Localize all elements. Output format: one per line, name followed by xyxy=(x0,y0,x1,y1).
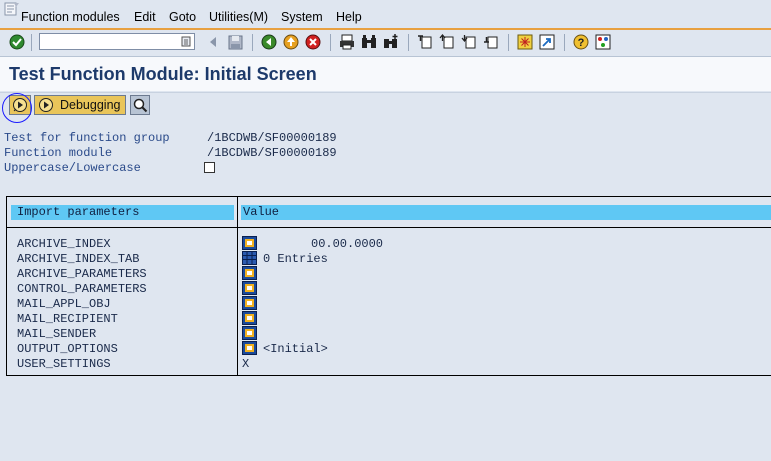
menu-system[interactable]: System xyxy=(281,10,323,24)
print-button[interactable] xyxy=(338,33,356,51)
value-help-icon[interactable] xyxy=(242,266,257,280)
dropdown-icon[interactable] xyxy=(181,36,191,47)
create-session-button[interactable] xyxy=(516,33,534,51)
execute-button[interactable] xyxy=(9,95,31,115)
toolbar-separator xyxy=(330,34,331,51)
shortcut-button[interactable] xyxy=(538,33,556,51)
parameter-name: USER_SETTINGS xyxy=(17,357,111,371)
value-help-icon[interactable] xyxy=(242,281,257,295)
exit-button[interactable] xyxy=(282,33,300,51)
back-icon xyxy=(261,34,277,50)
previous-page-button[interactable] xyxy=(438,33,456,51)
shortcut-icon xyxy=(539,34,555,50)
cancel-button[interactable] xyxy=(304,33,322,51)
first-page-icon xyxy=(418,35,432,49)
svg-text:?: ? xyxy=(578,37,585,49)
menu-utilities[interactable]: Utilities(M) xyxy=(209,10,268,24)
last-page-button[interactable] xyxy=(482,33,500,51)
value-help-icon[interactable] xyxy=(242,311,257,325)
parameter-name: MAIL_RECIPIENT xyxy=(17,312,118,326)
menu-help[interactable]: Help xyxy=(336,10,362,24)
header-divider xyxy=(7,227,771,228)
magnifier-icon xyxy=(133,98,147,112)
parameter-value: X xyxy=(242,357,250,371)
value-help-icon[interactable] xyxy=(242,341,257,355)
exit-icon xyxy=(283,34,299,50)
help-icon: ? xyxy=(573,34,589,50)
next-page-button[interactable] xyxy=(460,33,478,51)
save-button[interactable] xyxy=(226,33,244,51)
left-arrow-button[interactable] xyxy=(204,33,222,51)
function-group-label: Test for function group xyxy=(4,131,170,145)
debugging-icon xyxy=(39,98,53,112)
binoculars-plus-icon xyxy=(384,34,398,48)
binoculars-icon xyxy=(362,35,376,48)
column-header-import-parameters: Import parameters xyxy=(11,205,234,220)
uppercase-lowercase-checkbox[interactable] xyxy=(204,162,215,173)
function-group-value: /1BCDWB/SF00000189 xyxy=(207,131,337,145)
case-label: Uppercase/Lowercase xyxy=(4,161,141,175)
function-module-label: Function module xyxy=(4,146,113,160)
customize-layout-icon xyxy=(595,34,611,50)
floppy-icon xyxy=(228,35,242,49)
customize-layout-button[interactable] xyxy=(594,33,612,51)
sap-menu-icon[interactable] xyxy=(4,2,20,16)
column-header-value: Value xyxy=(241,205,771,220)
toolbar-separator xyxy=(508,34,509,51)
import-parameters-table: Import parameters Value ARCHIVE_INDEX 00.… xyxy=(6,196,771,376)
parameter-value: 0 Entries xyxy=(263,252,328,266)
last-page-icon xyxy=(484,36,498,49)
previous-page-icon xyxy=(439,34,454,49)
toolbar-separator xyxy=(31,34,32,51)
toolbar-separator xyxy=(408,34,409,51)
parameter-name: MAIL_APPL_OBJ xyxy=(17,297,111,311)
execute-icon xyxy=(13,98,27,112)
help-button[interactable]: ? xyxy=(572,33,590,51)
function-module-value: /1BCDWB/SF00000189 xyxy=(207,146,337,160)
triangle-left-icon xyxy=(210,37,216,47)
enter-button[interactable] xyxy=(8,33,26,51)
application-toolbar: Debugging xyxy=(0,92,771,119)
command-input[interactable] xyxy=(43,36,177,52)
find-next-button[interactable] xyxy=(382,33,400,51)
column-divider xyxy=(237,197,238,376)
parameter-name: CONTROL_PARAMETERS xyxy=(17,282,147,296)
title-bar: Test Function Module: Initial Screen xyxy=(0,57,771,91)
parameter-value: 00.00.0000 xyxy=(311,237,384,251)
toolbar-separator xyxy=(252,34,253,51)
next-page-icon xyxy=(461,35,476,49)
find-button[interactable] xyxy=(360,33,378,51)
parameter-value: <Initial> xyxy=(263,342,328,356)
cancel-icon xyxy=(305,34,321,50)
menu-bar: Function modules Edit Goto Utilities(M) … xyxy=(0,0,771,30)
value-help-icon[interactable] xyxy=(242,296,257,310)
checkmark-icon xyxy=(9,34,25,50)
command-field[interactable] xyxy=(39,33,195,52)
menu-function-modules[interactable]: Function modules xyxy=(21,10,120,24)
parameter-name: ARCHIVE_INDEX xyxy=(17,237,111,251)
back-button[interactable] xyxy=(260,33,278,51)
test-data-directory-button[interactable] xyxy=(130,95,150,115)
value-help-icon[interactable] xyxy=(242,326,257,340)
menu-edit[interactable]: Edit xyxy=(134,10,156,24)
create-session-icon xyxy=(517,34,533,50)
table-entries-icon[interactable] xyxy=(242,251,257,265)
print-icon xyxy=(340,34,354,50)
standard-toolbar: ? xyxy=(0,30,771,57)
parameter-name: MAIL_SENDER xyxy=(17,327,97,341)
parameter-name: OUTPUT_OPTIONS xyxy=(17,342,118,356)
first-page-button[interactable] xyxy=(416,33,434,51)
page-title: Test Function Module: Initial Screen xyxy=(9,64,317,84)
debugging-label: Debugging xyxy=(60,98,121,112)
parameter-name: ARCHIVE_INDEX_TAB xyxy=(17,252,140,266)
parameter-name: ARCHIVE_PARAMETERS xyxy=(17,267,147,281)
debugging-button[interactable]: Debugging xyxy=(34,95,126,115)
menu-goto[interactable]: Goto xyxy=(169,10,196,24)
value-help-icon[interactable] xyxy=(242,236,257,250)
toolbar-separator xyxy=(564,34,565,51)
